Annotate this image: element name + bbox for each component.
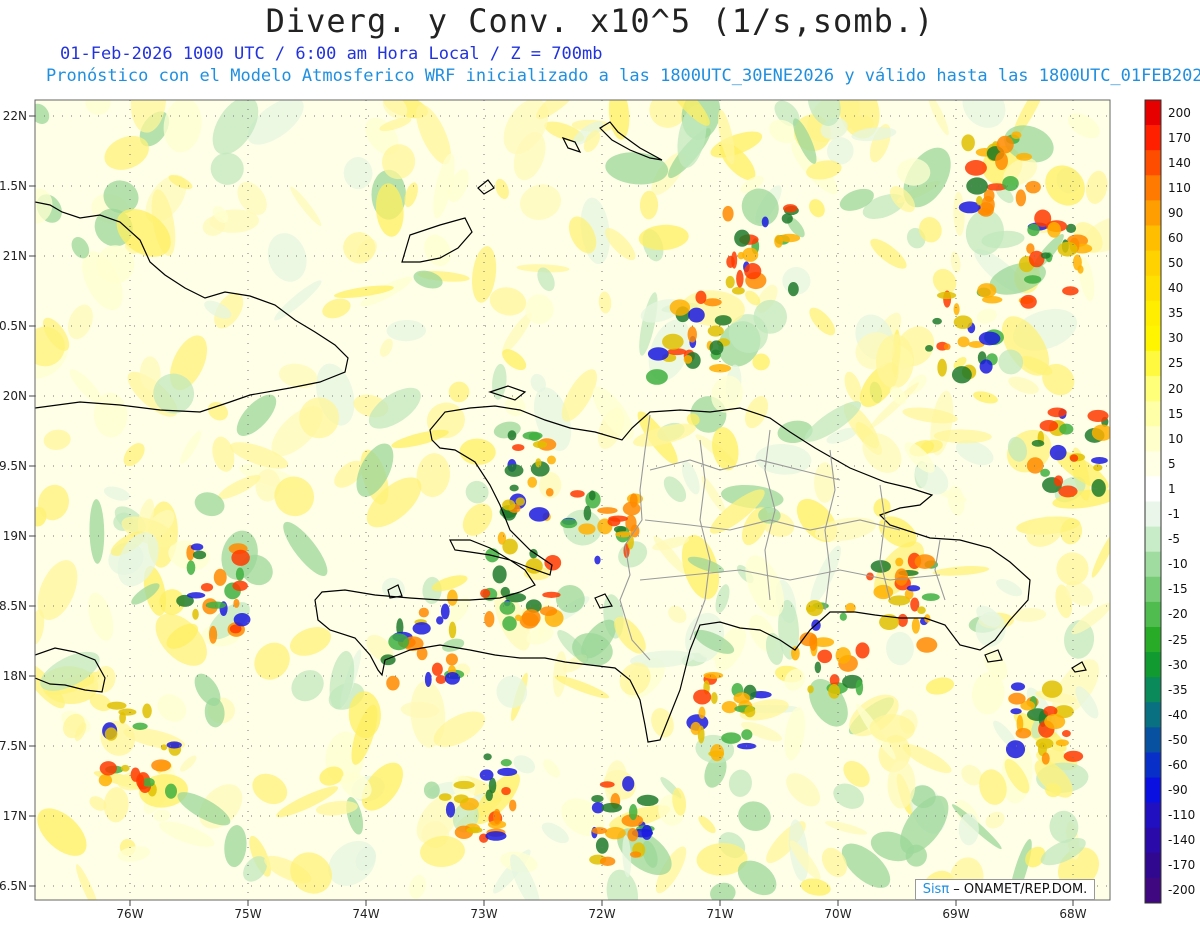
lat-label: 19N	[3, 529, 27, 543]
colorbar-swatch	[1145, 551, 1161, 578]
sispi-logo: Sisπ	[922, 882, 950, 897]
lon-label: 73W	[470, 907, 497, 921]
lat-label: 8.5N	[0, 599, 27, 613]
lon-label: 71W	[706, 907, 733, 921]
colorbar-swatch	[1145, 150, 1161, 176]
colorbar-label: 50	[1168, 256, 1184, 271]
colorbar-label: -60	[1168, 757, 1188, 772]
colorbar-label: 25	[1168, 356, 1184, 371]
lat-label: 0.5N	[0, 319, 27, 333]
colorbar-label: 110	[1168, 180, 1191, 195]
colorbar-label: -25	[1168, 632, 1188, 647]
lon-label: 75W	[234, 907, 261, 921]
colorbar-label: -50	[1168, 732, 1188, 747]
colorbar-label: 90	[1168, 205, 1184, 220]
lon-label: 68W	[1059, 907, 1086, 921]
colorbar-swatch	[1145, 476, 1161, 502]
colorbar-swatch	[1145, 727, 1161, 753]
colorbar-label: -35	[1168, 682, 1188, 697]
colorbar-label: 35	[1168, 306, 1184, 321]
colorbar-swatch	[1145, 601, 1161, 628]
colorbar-swatch	[1145, 652, 1161, 678]
colorbar-swatch	[1145, 626, 1161, 653]
lon-label: 69W	[942, 907, 969, 921]
colorbar-label: -15	[1168, 582, 1188, 597]
colorbar-swatch	[1145, 125, 1161, 151]
lon-label: 70W	[824, 907, 851, 921]
colorbar-label: -5	[1168, 532, 1180, 547]
colorbar-swatch	[1145, 100, 1161, 126]
colorbar-label: -20	[1168, 607, 1188, 622]
map-canvas: 22N 1.5N 21N 0.5N 20N 9.5N 19N 8.5N 18N 7.5N 17N 6.…	[0, 99, 1162, 921]
lat-label: 22N	[3, 109, 27, 123]
lat-label: 6.5N	[0, 879, 27, 893]
colorbar-label: 60	[1168, 231, 1184, 246]
colorbar-swatch	[1145, 225, 1161, 252]
lon-axis: 76W 75W 74W 73W 72W 71W 70W 69W 68W	[116, 900, 1087, 921]
colorbar-label: -200	[1168, 883, 1196, 898]
lat-label: 21N	[3, 249, 27, 263]
colorbar-swatch	[1145, 827, 1161, 854]
credit-box: Sisπ – ONAMET/REP.DOM.	[915, 879, 1095, 900]
lon-label: 72W	[588, 907, 615, 921]
colorbar	[1144, 99, 1162, 904]
lat-label: 17N	[3, 809, 27, 823]
colorbar-swatch	[1145, 275, 1161, 302]
colorbar-swatch	[1145, 777, 1161, 804]
colorbar-swatch	[1145, 802, 1161, 829]
lat-label: 7.5N	[0, 739, 27, 753]
colorbar-label: -1	[1168, 507, 1180, 522]
colorbar-swatch	[1145, 677, 1161, 703]
colorbar-label: 170	[1168, 130, 1191, 145]
colorbar-swatch	[1145, 350, 1161, 377]
colorbar-label: -170	[1168, 858, 1196, 873]
colorbar-label: 10	[1168, 431, 1184, 446]
colorbar-swatch	[1145, 376, 1161, 402]
colorbar-label: 200	[1168, 105, 1191, 120]
colorbar-label: -90	[1168, 783, 1188, 798]
colorbar-swatch	[1145, 852, 1161, 879]
colorbar-swatch	[1145, 200, 1161, 226]
lon-label: 76W	[116, 907, 143, 921]
colorbar-swatch	[1145, 576, 1161, 603]
lat-label: 18N	[3, 669, 27, 683]
colorbar-label: -30	[1168, 657, 1188, 672]
colorbar-label: 30	[1168, 331, 1184, 346]
colorbar-label: -10	[1168, 557, 1188, 572]
colorbar-swatch	[1145, 451, 1161, 477]
lat-label: 20N	[3, 389, 27, 403]
colorbar-swatch	[1145, 752, 1161, 779]
colorbar-label: -40	[1168, 707, 1188, 722]
colorbar-swatch	[1145, 526, 1161, 553]
colorbar-label: 40	[1168, 281, 1184, 296]
colorbar-label: 5	[1168, 456, 1176, 471]
colorbar-label: -140	[1168, 833, 1196, 848]
colorbar-swatch	[1145, 250, 1161, 277]
colorbar-swatch	[1145, 426, 1161, 452]
lat-label: 9.5N	[0, 459, 27, 473]
colorbar-swatch	[1145, 325, 1161, 352]
colorbar-label: 140	[1168, 155, 1191, 170]
colorbar-label: 15	[1168, 406, 1184, 421]
lon-label: 74W	[352, 907, 379, 921]
colorbar-swatch	[1145, 300, 1161, 327]
lat-axis: 22N 1.5N 21N 0.5N 20N 9.5N 19N 8.5N 18N 7.5N 17N 6.…	[0, 109, 35, 893]
lat-label: 1.5N	[0, 179, 27, 193]
colorbar-label: 20	[1168, 381, 1184, 396]
colorbar-swatch	[1145, 175, 1161, 201]
colorbar-label: 1	[1168, 481, 1176, 496]
colorbar-swatch	[1145, 702, 1161, 728]
colorbar-swatch	[1145, 401, 1161, 427]
credit-text: – ONAMET/REP.DOM.	[949, 882, 1088, 897]
colorbar-label: -110	[1168, 808, 1196, 823]
colorbar-swatch	[1145, 501, 1161, 528]
colorbar-swatch	[1145, 877, 1161, 904]
